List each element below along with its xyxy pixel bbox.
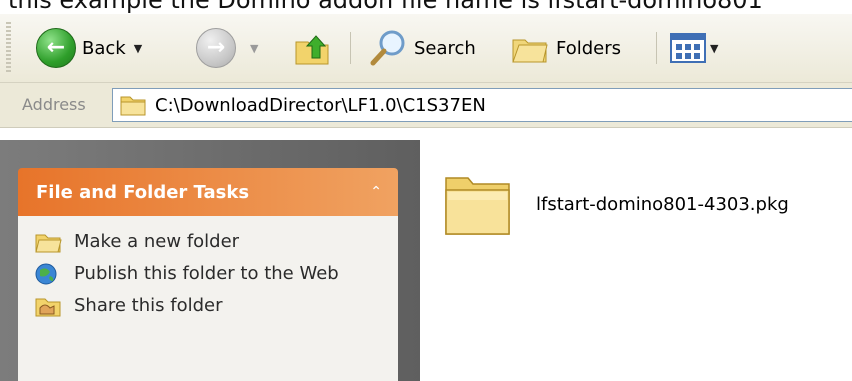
task-label: Share this folder (74, 295, 223, 316)
task-item-share-folder[interactable]: Share this folder (18, 290, 398, 322)
file-name: lfstart-domino801-4303.pkg (536, 193, 789, 215)
search-label: Search (414, 37, 476, 59)
forward-button[interactable]: → ▼ (196, 26, 258, 70)
search-button[interactable]: Search (368, 26, 476, 70)
collapse-chevron-icon[interactable]: ⌃ (370, 184, 382, 200)
views-button[interactable]: ▼ (670, 26, 718, 70)
folders-label: Folders (556, 37, 622, 59)
address-bar: Address C:\DownloadDirector\LF1.0\C1S37E… (0, 83, 852, 128)
folder-icon (120, 96, 146, 116)
folders-button[interactable]: Folders (510, 26, 621, 70)
folder-icon (445, 177, 510, 235)
task-pane: File and Folder Tasks ⌃ Make a new folde… (0, 140, 420, 381)
file-view: lfstart-domino801-4303.pkg (420, 128, 852, 381)
back-button[interactable]: ← Back ▼ (36, 26, 142, 70)
back-dropdown-icon[interactable]: ▼ (134, 42, 142, 55)
toolbar-separator (656, 32, 657, 64)
views-dropdown-icon[interactable]: ▼ (710, 42, 718, 55)
up-folder-icon (295, 35, 329, 65)
forward-arrow-icon: → (196, 28, 236, 68)
toolbar: ← Back ▼ → ▼ Search Folders ▼ (0, 14, 852, 83)
task-label: Publish this folder to the Web (74, 263, 339, 284)
address-input[interactable]: C:\DownloadDirector\LF1.0\C1S37EN (112, 88, 852, 122)
views-icon (670, 33, 706, 63)
panel-header[interactable]: File and Folder Tasks ⌃ (18, 168, 398, 216)
panel-body: Make a new folder Publish this folder to… (18, 216, 398, 381)
address-path: C:\DownloadDirector\LF1.0\C1S37EN (155, 94, 486, 116)
back-arrow-icon: ← (36, 28, 76, 68)
search-icon (370, 30, 405, 66)
share-folder-icon (35, 298, 61, 317)
task-label: Make a new folder (74, 231, 240, 252)
toolbar-grip[interactable] (6, 22, 11, 74)
task-item-publish-web[interactable]: Publish this folder to the Web (18, 258, 398, 290)
address-label: Address (22, 95, 86, 114)
panel-title: File and Folder Tasks (36, 181, 250, 203)
file-folder-tasks-panel: File and Folder Tasks ⌃ Make a new folde… (18, 168, 398, 381)
up-folder-button[interactable] (292, 26, 332, 70)
new-folder-icon (35, 234, 62, 253)
task-item-make-new-folder[interactable]: Make a new folder (18, 226, 398, 258)
folders-icon (512, 39, 548, 63)
publish-web-icon (35, 263, 57, 285)
back-label: Back (82, 37, 126, 59)
toolbar-separator (350, 32, 351, 64)
page-caption: this example the Domino addon file name … (8, 0, 763, 14)
forward-dropdown-icon[interactable]: ▼ (250, 42, 258, 55)
file-item[interactable]: lfstart-domino801-4303.pkg (442, 166, 789, 242)
